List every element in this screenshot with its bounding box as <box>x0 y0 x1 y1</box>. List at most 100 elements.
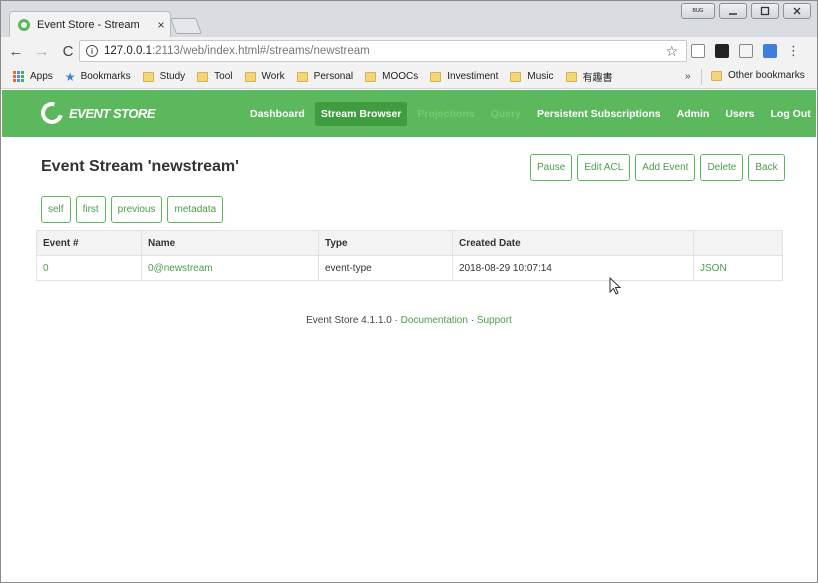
page-copy-icon[interactable] <box>691 44 705 58</box>
minimize-icon[interactable] <box>719 3 747 19</box>
event-number-link[interactable]: 0 <box>43 263 49 274</box>
column-header-event-number: Event # <box>36 230 142 256</box>
nav-admin[interactable]: Admin <box>671 102 716 126</box>
previous-link-button[interactable]: previous <box>110 196 163 223</box>
main-nav: Dashboard Stream Browser Projections Que… <box>244 90 818 137</box>
event-format-cell: JSON <box>693 255 783 281</box>
nav-query[interactable]: Query <box>485 102 527 126</box>
pause-button[interactable]: Pause <box>530 154 573 181</box>
bookmark-bookmarks[interactable]: ★ Bookmarks <box>65 70 131 84</box>
nav-users[interactable]: Users <box>719 102 760 126</box>
event-created-cell: 2018-08-29 10:07:14 <box>452 255 694 281</box>
nav-persistent-subscriptions[interactable]: Persistent Subscriptions <box>531 102 667 126</box>
bookmark-folder[interactable]: MOOCs <box>365 71 418 82</box>
first-link-button[interactable]: first <box>75 196 106 223</box>
page-footer: Event Store 4.1.1.0 · Documentation · Su… <box>2 315 816 326</box>
event-name-link[interactable]: 0@newstream <box>148 263 213 274</box>
delete-button[interactable]: Delete <box>700 154 744 181</box>
url-path: :2113/web/index.html#/streams/newstream <box>151 45 370 57</box>
documentation-link[interactable]: Documentation <box>401 315 468 326</box>
edit-acl-button[interactable]: Edit ACL <box>577 154 631 181</box>
maximize-icon[interactable] <box>751 3 779 19</box>
folder-icon <box>430 71 442 82</box>
bookmark-folder[interactable]: Work <box>244 71 285 82</box>
metadata-link-button[interactable]: metadata <box>167 196 224 223</box>
nav-log-out[interactable]: Log Out <box>765 102 817 126</box>
column-header-created-date: Created Date <box>452 230 694 256</box>
folder-icon <box>197 71 209 82</box>
forward-arrow-icon[interactable]: → <box>31 40 53 62</box>
mouse-cursor-icon <box>609 277 622 295</box>
bookmark-folder[interactable]: Tool <box>197 71 233 82</box>
event-name-cell: 0@newstream <box>141 255 319 281</box>
self-link-button[interactable]: self <box>41 196 71 223</box>
add-event-button[interactable]: Add Event <box>635 154 696 181</box>
footer-separator: · <box>467 315 477 326</box>
reload-icon[interactable]: C <box>57 40 79 62</box>
bookmark-folder[interactable]: Investiment <box>430 71 498 82</box>
bookmark-folder[interactable]: Personal <box>296 71 353 82</box>
browser-menu-icon[interactable]: ⋮ <box>787 43 800 59</box>
address-bar[interactable]: i 127.0.0.1 :2113/web/index.html#/stream… <box>79 40 687 62</box>
browser-window: Event Store - Stream × ᴮᵁᴳ ← → C i 127.0… <box>0 0 818 583</box>
table-row: 0 0@newstream event-type 2018-08-29 10:0… <box>36 255 783 281</box>
tab-strip: Event Store - Stream × ᴮᵁᴳ <box>1 1 817 37</box>
nav-stream-browser[interactable]: Stream Browser <box>314 101 408 126</box>
folder-icon <box>244 71 256 82</box>
media-extension-icon[interactable] <box>715 44 729 58</box>
bookmarks-overflow-icon[interactable]: » <box>685 71 691 82</box>
reader-extension-icon[interactable] <box>739 44 753 58</box>
events-table: Event # Name Type Created Date 0 0@newst… <box>36 230 783 281</box>
bookmark-star-icon[interactable]: ☆ <box>665 43 678 60</box>
logo-text: EVENT STORE <box>69 105 156 121</box>
bookmark-folder[interactable]: Music <box>510 71 554 82</box>
column-header-format <box>693 230 783 256</box>
folder-icon <box>711 70 722 81</box>
version-text: Event Store 4.1.1.0 <box>306 315 392 326</box>
tab-title: Event Store - Stream <box>37 18 140 31</box>
site-info-icon[interactable]: i <box>86 45 98 57</box>
stream-links: self first previous metadata <box>41 196 224 223</box>
page-title: Event Stream 'newstream' <box>41 158 239 175</box>
url-host: 127.0.0.1 <box>104 45 152 57</box>
new-tab-button[interactable] <box>170 18 202 34</box>
event-number-cell: 0 <box>36 255 142 281</box>
table-header-row: Event # Name Type Created Date <box>36 230 783 256</box>
bookmarks-divider <box>701 69 702 85</box>
eventstore-favicon-icon <box>18 18 30 31</box>
pocket-extension-icon[interactable] <box>763 44 777 58</box>
folder-icon <box>296 71 308 82</box>
bookmark-other[interactable]: Other bookmarks <box>711 70 805 81</box>
user-badge-icon[interactable]: ᴮᵁᴳ <box>681 3 715 19</box>
star-icon: ★ <box>64 69 76 84</box>
bookmark-folder[interactable]: Study <box>142 71 185 82</box>
back-arrow-icon[interactable]: ← <box>5 40 27 62</box>
web-page: EVENT STORE Dashboard Stream Browser Pro… <box>2 90 816 582</box>
eventstore-logo-icon <box>36 97 68 129</box>
folder-icon <box>365 71 377 82</box>
folder-icon <box>565 71 577 82</box>
back-button[interactable]: Back <box>748 154 785 181</box>
json-link[interactable]: JSON <box>700 263 727 274</box>
bookmarks-bar: Apps ★ Bookmarks Study Tool Work Persona… <box>1 65 817 89</box>
window-controls: ᴮᵁᴳ <box>681 3 811 19</box>
apps-grid-icon <box>13 71 24 82</box>
extension-icons: ⋮ <box>691 43 800 59</box>
folder-icon <box>510 71 522 82</box>
column-header-type: Type <box>318 230 453 256</box>
event-type-cell: event-type <box>318 255 453 281</box>
tab-close-icon[interactable]: × <box>152 18 170 32</box>
eventstore-logo[interactable]: EVENT STORE <box>36 97 156 129</box>
browser-tab[interactable]: Event Store - Stream × <box>9 11 171 37</box>
column-header-name: Name <box>141 230 319 256</box>
folder-icon <box>142 71 154 82</box>
close-window-icon[interactable] <box>783 3 811 19</box>
bookmark-apps[interactable]: Apps <box>13 71 53 82</box>
stream-actions: Pause Edit ACL Add Event Delete Back <box>530 154 785 181</box>
bookmark-folder[interactable]: 有趣書 <box>565 69 613 84</box>
app-navbar: EVENT STORE Dashboard Stream Browser Pro… <box>2 90 816 137</box>
support-link[interactable]: Support <box>477 315 512 326</box>
nav-projections[interactable]: Projections <box>411 102 480 126</box>
nav-dashboard[interactable]: Dashboard <box>244 102 311 126</box>
footer-separator: · <box>391 315 401 326</box>
